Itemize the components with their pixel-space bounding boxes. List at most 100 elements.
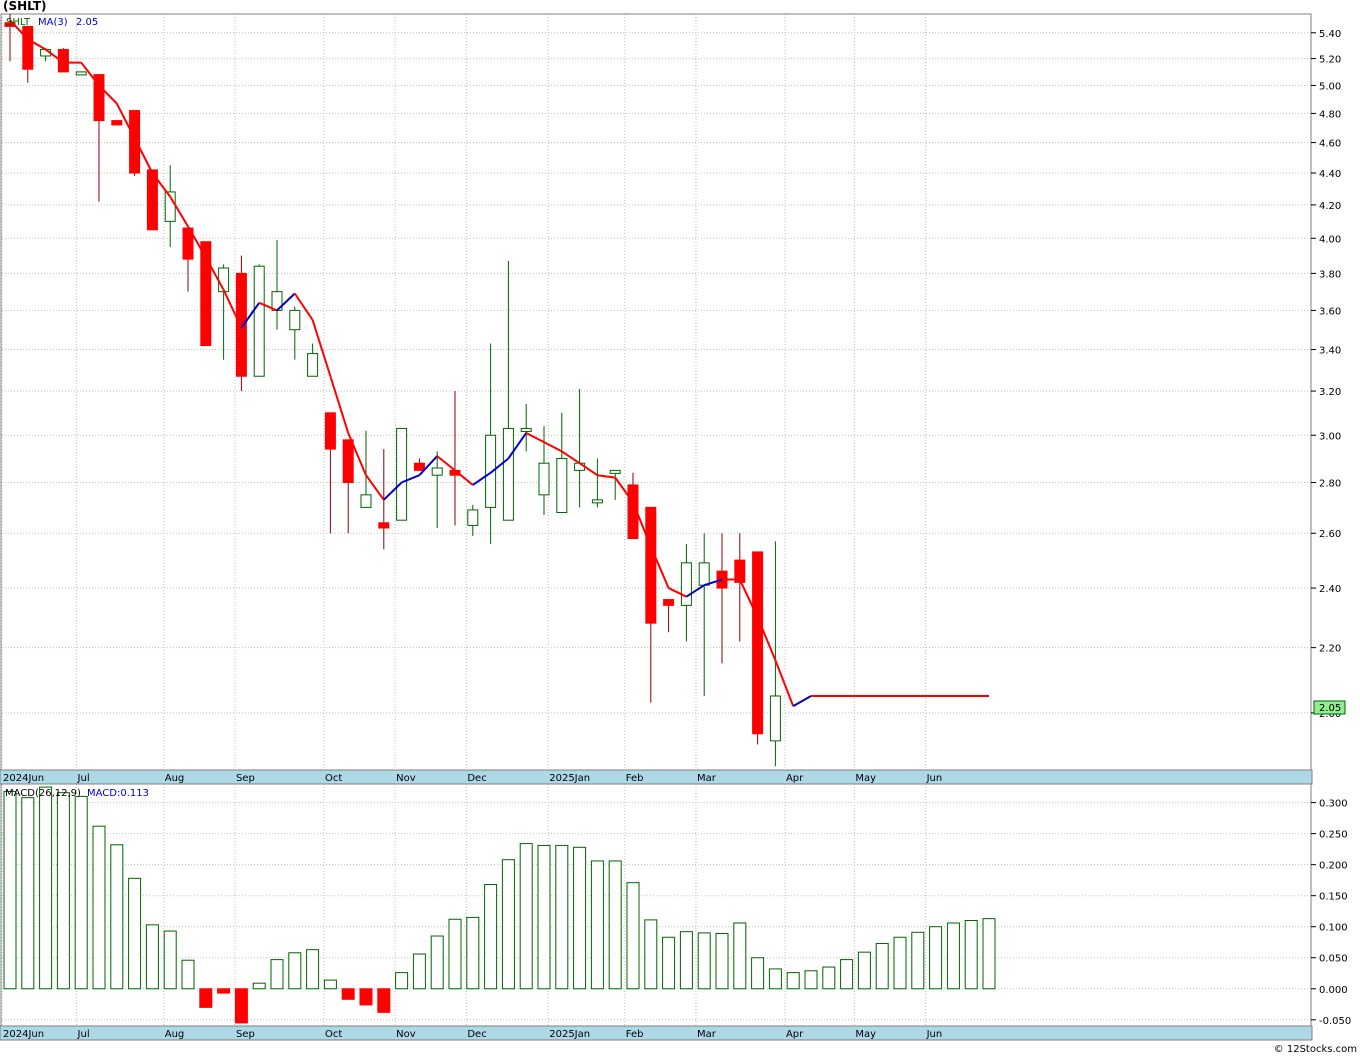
- macd-date-axis-strip: [0, 1025, 1313, 1041]
- candle-body: [680, 562, 692, 606]
- macd-month-label: Jul: [77, 1029, 90, 1040]
- candle-body: [289, 309, 301, 331]
- price-month-label: Jun: [926, 773, 943, 784]
- macd-tick-label: 0.000: [1319, 985, 1348, 996]
- macd-bar: [395, 972, 409, 990]
- macd-bar: [804, 970, 818, 990]
- price-tick-label: 4.20: [1319, 201, 1341, 212]
- candlestick: [75, 71, 87, 76]
- price-date-axis-strip: [0, 769, 1313, 785]
- macd-month-label: Apr: [786, 1029, 804, 1040]
- price-tick-label: 5.40: [1319, 29, 1341, 40]
- candle-body: [502, 427, 514, 521]
- candle-body: [431, 467, 443, 476]
- price-tick-label: 4.80: [1319, 109, 1341, 120]
- price-tick-label: 3.60: [1319, 306, 1341, 317]
- candle-body: [538, 462, 550, 496]
- macd-month-label: Dec: [467, 1029, 486, 1040]
- candle-body: [253, 265, 265, 377]
- macd-bar: [946, 922, 960, 990]
- macd-bar: [875, 942, 889, 990]
- candle-body: [22, 25, 34, 70]
- candle-body: [324, 412, 336, 450]
- macd-tick-label: 0.300: [1319, 799, 1348, 810]
- macd-month-label: Mar: [697, 1029, 717, 1040]
- macd-bar: [430, 935, 444, 990]
- macd-bar: [822, 966, 836, 990]
- macd-bar: [911, 931, 925, 990]
- macd-bar: [56, 792, 70, 990]
- macd-bar: [751, 957, 765, 990]
- macd-bar: [501, 859, 515, 990]
- candle-body: [698, 562, 710, 586]
- candle-body: [396, 427, 408, 521]
- macd-bar: [234, 988, 248, 1024]
- macd-month-label: Nov: [396, 1029, 416, 1040]
- macd-bar: [715, 933, 729, 990]
- candle-body: [413, 462, 425, 471]
- macd-month-label: 2025Jan: [549, 1029, 590, 1040]
- macd-bar: [519, 843, 533, 990]
- macd-bar: [74, 795, 88, 990]
- price-month-label: Mar: [697, 773, 717, 784]
- macd-bar: [768, 968, 782, 990]
- macd-bar: [573, 846, 587, 990]
- candle-body: [645, 506, 657, 624]
- candle-body: [360, 494, 372, 508]
- candle-body: [235, 272, 247, 377]
- macd-bar: [929, 926, 943, 990]
- macd-bar: [3, 790, 17, 990]
- macd-month-label: Oct: [325, 1029, 342, 1040]
- candle-body: [467, 509, 479, 526]
- macd-bar: [608, 860, 622, 990]
- price-tick-label: 2.40: [1319, 584, 1341, 595]
- macd-bar: [537, 844, 551, 990]
- candle-body: [111, 120, 123, 126]
- price-legend-ma-label: MA(3): [38, 17, 68, 28]
- candle-body: [556, 457, 568, 513]
- macd-bar: [92, 825, 106, 990]
- macd-bar: [964, 920, 978, 990]
- macd-bar: [252, 982, 266, 990]
- candlestick: [752, 551, 764, 745]
- macd-bar: [21, 797, 35, 990]
- macd-bar: [270, 959, 284, 990]
- price-tick-label: 2.20: [1319, 644, 1341, 655]
- price-tick-label: 3.00: [1319, 431, 1341, 442]
- macd-bar: [217, 988, 231, 994]
- price-tick-label: 3.20: [1319, 387, 1341, 398]
- candlestick: [111, 120, 123, 126]
- macd-tick-label: 0.200: [1319, 861, 1348, 872]
- candle-body: [752, 551, 764, 735]
- price-month-label: Oct: [325, 773, 342, 784]
- macd-month-label: Jun: [926, 1029, 943, 1040]
- price-month-label: Apr: [786, 773, 804, 784]
- macd-bar: [590, 860, 604, 990]
- price-tick-label: 2.60: [1319, 529, 1341, 540]
- macd-bar: [786, 972, 800, 990]
- price-tick-label: 5.20: [1319, 55, 1341, 66]
- price-tick-label: 4.60: [1319, 139, 1341, 150]
- price-month-label: 2025Jan: [549, 773, 590, 784]
- macd-bar: [893, 936, 907, 990]
- candle-body: [342, 439, 354, 483]
- macd-month-label: Sep: [236, 1029, 255, 1040]
- price-month-label: 2024Jun: [3, 773, 44, 784]
- macd-bar: [733, 922, 747, 990]
- price-month-label: Aug: [165, 773, 185, 784]
- macd-bar: [484, 884, 498, 990]
- macd-tick-label: 0.150: [1319, 892, 1348, 903]
- macd-bar: [163, 930, 177, 990]
- candlestick: [253, 264, 265, 377]
- price-tick-label: 4.40: [1319, 169, 1341, 180]
- macd-tick-label: 0.100: [1319, 923, 1348, 934]
- macd-bar: [323, 979, 337, 990]
- macd-bar: [341, 988, 355, 1000]
- macd-bar: [857, 951, 871, 990]
- macd-tick-label: -0.050: [1319, 1016, 1351, 1027]
- candle-body: [485, 434, 497, 508]
- candle-body: [769, 695, 781, 742]
- macd-bar: [306, 949, 320, 990]
- price-legend-symbol: SHLT: [6, 17, 31, 28]
- candle-body: [129, 110, 141, 174]
